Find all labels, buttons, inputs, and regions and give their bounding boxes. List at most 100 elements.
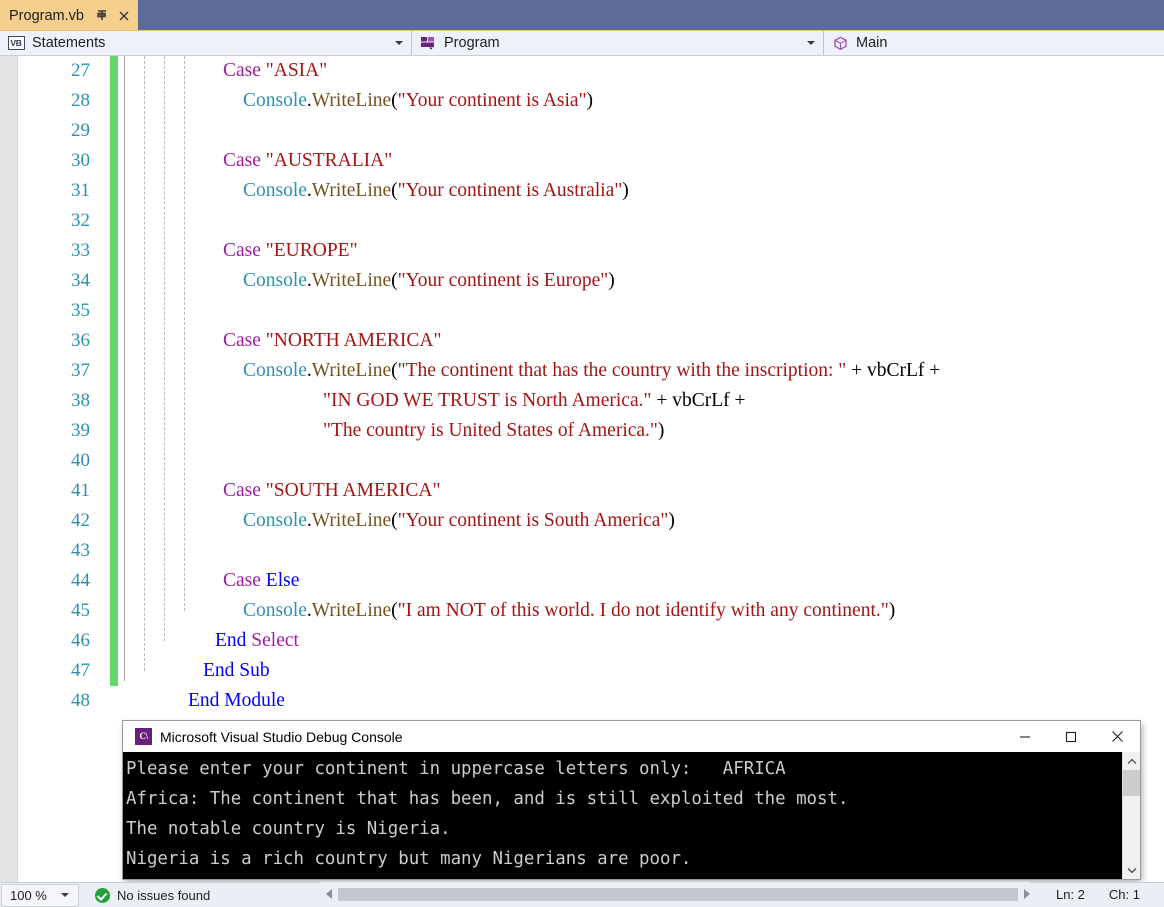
code-text: Console.WriteLine("Your continent is Eur… [243, 270, 615, 291]
console-scrollbar[interactable] [1122, 752, 1140, 879]
line-number: 47 [71, 660, 90, 681]
code-line[interactable]: 43 [0, 536, 1164, 566]
pin-icon[interactable] [95, 8, 109, 24]
console-output-area[interactable]: Please enter your continent in uppercase… [123, 752, 1140, 879]
code-text: End Module [188, 690, 285, 711]
zoom-level-dropdown[interactable]: 100 % [1, 883, 79, 907]
code-line[interactable]: 44 Case Else [0, 566, 1164, 596]
code-text: "IN GOD WE TRUST is North America." + vb… [323, 390, 746, 411]
line-number: 38 [71, 390, 90, 411]
scrollbar-track[interactable] [338, 887, 1018, 901]
code-line[interactable]: 46 End Select [0, 626, 1164, 656]
line-number: 32 [71, 210, 90, 231]
navigation-bar: VB Statements Program Main [0, 30, 1164, 56]
line-number: 33 [71, 240, 90, 261]
code-line[interactable]: 28 Console.WriteLine("Your continent is A… [0, 86, 1164, 116]
horizontal-scrollbar[interactable] [320, 882, 1030, 906]
editor-tab-strip: Program.vb [0, 0, 1164, 30]
scrollbar-thumb[interactable] [1123, 770, 1140, 796]
code-text: Console.WriteLine("I am NOT of this worl… [243, 600, 896, 621]
console-title-bar[interactable]: C\ Microsoft Visual Studio Debug Console [123, 721, 1140, 752]
member-dropdown-label: Main [856, 35, 888, 51]
code-line[interactable]: 47 End Sub [0, 656, 1164, 686]
code-line[interactable]: 31 Console.WriteLine("Your continent is A… [0, 176, 1164, 206]
code-line[interactable]: 48 End Module [0, 686, 1164, 716]
code-line[interactable]: 34 Console.WriteLine("Your continent is E… [0, 266, 1164, 296]
debug-console-window[interactable]: C\ Microsoft Visual Studio Debug Console… [123, 721, 1140, 879]
window-controls [1002, 721, 1140, 752]
scrollbar-thumb[interactable] [338, 887, 1018, 901]
maximize-icon[interactable] [1048, 721, 1094, 752]
line-number: 31 [71, 180, 90, 201]
code-line[interactable]: 42 Console.WriteLine("Your continent is S… [0, 506, 1164, 536]
line-number: 48 [71, 690, 90, 711]
code-line[interactable]: 40 [0, 446, 1164, 476]
chevron-down-icon[interactable] [61, 893, 69, 897]
code-text: Console.WriteLine("Your continent is Sou… [243, 510, 675, 531]
type-dropdown-label: Program [444, 35, 500, 51]
code-line[interactable]: 32 [0, 206, 1164, 236]
code-text: End Sub [203, 660, 270, 681]
vb-file-icon: VB [7, 35, 25, 51]
project-dropdown-label: Statements [32, 35, 106, 51]
line-number: 36 [71, 330, 90, 351]
console-output-text: Please enter your continent in uppercase… [126, 759, 849, 869]
code-text: Case "NORTH AMERICA" [223, 330, 442, 351]
line-number: 42 [71, 510, 90, 531]
method-icon [831, 35, 849, 51]
code-line[interactable]: 33 Case "EUROPE" [0, 236, 1164, 266]
code-line[interactable]: 30 Case "AUSTRALIA" [0, 146, 1164, 176]
code-line[interactable]: 27 Case "ASIA" [0, 56, 1164, 86]
line-number: 27 [71, 60, 90, 81]
line-number: 39 [71, 420, 90, 441]
close-icon[interactable] [117, 8, 131, 24]
code-line[interactable]: 39 "The country is United States of Ameri… [0, 416, 1164, 446]
code-text: Case "ASIA" [223, 60, 328, 81]
column-indicator: Ch: 1 [1108, 886, 1140, 902]
code-text: Console.WriteLine("Your continent is Aus… [243, 180, 629, 201]
chevron-down-icon[interactable] [395, 41, 403, 45]
code-text: Console.WriteLine("The continent that ha… [243, 360, 941, 381]
close-icon[interactable] [1094, 721, 1140, 752]
console-app-icon: C\ [135, 728, 152, 745]
code-text: Case Else [223, 570, 300, 591]
line-number: 41 [71, 480, 90, 501]
editor-tab-program-vb[interactable]: Program.vb [0, 0, 138, 30]
scroll-right-icon[interactable] [1024, 889, 1030, 899]
line-number: 40 [71, 450, 90, 471]
code-line[interactable]: 41 Case "SOUTH AMERICA" [0, 476, 1164, 506]
zoom-level-label: 100 % [10, 887, 47, 903]
line-number: 30 [71, 150, 90, 171]
line-number: 45 [71, 600, 90, 621]
project-dropdown[interactable]: VB Statements [0, 31, 412, 55]
line-indicator: Ln: 2 [1056, 886, 1085, 902]
line-number: 43 [71, 540, 90, 561]
type-dropdown[interactable]: Program [412, 31, 824, 55]
code-line[interactable]: 35 [0, 296, 1164, 326]
code-line[interactable]: 37 Console.WriteLine("The continent that … [0, 356, 1164, 386]
code-text: Console.WriteLine("Your continent is Asi… [243, 90, 594, 111]
issues-status[interactable]: No issues found [95, 887, 210, 903]
chevron-down-icon[interactable] [807, 41, 815, 45]
minimize-icon[interactable] [1002, 721, 1048, 752]
code-line[interactable]: 45 Console.WriteLine("I am NOT of this wo… [0, 596, 1164, 626]
code-line[interactable]: 29 [0, 116, 1164, 146]
line-number: 29 [71, 120, 90, 141]
line-number: 34 [71, 270, 90, 291]
tab-label: Program.vb [9, 7, 84, 24]
chevron-up-icon[interactable] [1123, 752, 1140, 770]
chevron-down-icon[interactable] [1123, 861, 1140, 879]
code-text: Case "SOUTH AMERICA" [223, 480, 441, 501]
code-text: "The country is United States of America… [323, 420, 665, 441]
member-dropdown[interactable]: Main [824, 31, 1164, 55]
line-number: 46 [71, 630, 90, 651]
code-line[interactable]: 36 Case "NORTH AMERICA" [0, 326, 1164, 356]
code-line[interactable]: 38 "IN GOD WE TRUST is North America." + … [0, 386, 1164, 416]
line-number: 35 [71, 300, 90, 321]
scroll-left-icon[interactable] [326, 889, 332, 899]
code-text: Case "EUROPE" [223, 240, 358, 261]
console-title-text: Microsoft Visual Studio Debug Console [160, 728, 403, 745]
line-number: 37 [71, 360, 90, 381]
visual-studio-window: Program.vb VB Statements Program Main 27… [0, 0, 1164, 907]
line-number: 28 [71, 90, 90, 111]
